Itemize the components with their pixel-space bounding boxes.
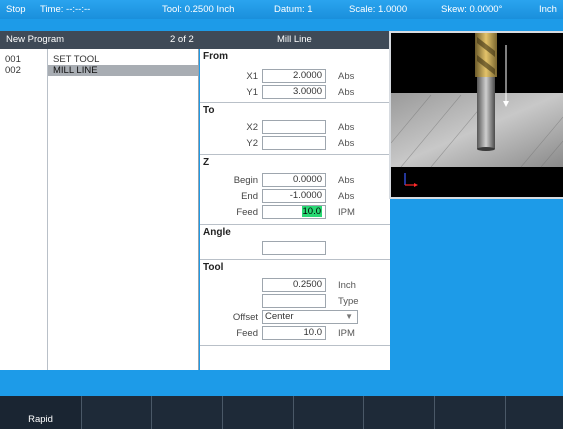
softkey-2[interactable]: [82, 396, 152, 429]
y2-input[interactable]: [262, 136, 326, 150]
program-step-row-selected[interactable]: 002 MILL LINE: [0, 65, 199, 76]
program-header: New Program 2 of 2 Mill Line: [0, 31, 390, 49]
offset-label: Offset: [232, 312, 258, 323]
softkey-bar: Rapid: [0, 396, 563, 429]
angle-section-title: Angle: [203, 227, 231, 238]
z-begin-unit: Abs: [338, 175, 355, 186]
tool-diameter-input[interactable]: 0.2500: [262, 278, 326, 292]
step-name: Mill Line: [277, 34, 312, 45]
softkey-6[interactable]: [364, 396, 435, 429]
x1-unit: Abs: [338, 71, 355, 82]
softkey-4[interactable]: [223, 396, 294, 429]
x2-unit: Abs: [338, 122, 355, 133]
z-end-input[interactable]: -1.0000: [262, 189, 326, 203]
camera-image: [391, 33, 563, 197]
tool-feed-input[interactable]: 10.0: [262, 326, 326, 340]
softkey-5[interactable]: [294, 396, 364, 429]
list-divider: [47, 49, 48, 370]
z-begin-input[interactable]: 0.0000: [262, 173, 326, 187]
scale-readout: Scale: 1.0000: [349, 4, 408, 15]
softkey-7[interactable]: [435, 396, 506, 429]
tool-type-unit: Type: [338, 296, 359, 307]
offset-select[interactable]: Center ▼: [262, 310, 358, 324]
softkey-8[interactable]: [506, 396, 563, 429]
y1-input[interactable]: 3.0000: [262, 85, 326, 99]
z-end-unit: Abs: [338, 191, 355, 202]
from-section-title: From: [203, 51, 228, 62]
y2-unit: Abs: [338, 138, 355, 149]
step-number: 002: [5, 65, 21, 76]
z-end-label: End: [241, 191, 258, 202]
x1-input[interactable]: 2.0000: [262, 69, 326, 83]
z-feed-input-active[interactable]: 10.0: [262, 205, 326, 219]
x2-input[interactable]: [262, 120, 326, 134]
y2-label: Y2: [246, 138, 258, 149]
softkey-rapid[interactable]: Rapid: [0, 396, 82, 429]
softkey-label: Rapid: [28, 414, 53, 425]
tool-readout: Tool: 0.2500 Inch: [162, 4, 235, 15]
program-title: New Program: [6, 34, 65, 45]
from-section: From X1 2.0000 Abs Y1 3.0000 Abs: [200, 49, 390, 103]
tool-section: Tool 0.2500 Inch Type Offset Center ▼ Fe…: [200, 260, 390, 346]
status-bar: Stop Time: --:--:-- Tool: 0.2500 Inch Da…: [0, 0, 563, 19]
x2-label: X2: [246, 122, 258, 133]
z-begin-label: Begin: [233, 175, 258, 186]
datum-readout: Datum: 1: [274, 4, 313, 15]
tool-feed-unit: IPM: [338, 328, 355, 339]
softkey-3[interactable]: [152, 396, 223, 429]
offset-selected-value: Center: [265, 311, 294, 322]
tool-section-title: Tool: [203, 262, 224, 273]
camera-view[interactable]: [389, 31, 563, 199]
step-position: 2 of 2: [170, 34, 194, 45]
angle-input[interactable]: [262, 241, 326, 255]
program-step-row[interactable]: 001 SET TOOL: [0, 54, 199, 65]
angle-section: Angle: [200, 225, 390, 260]
z-feed-unit: IPM: [338, 207, 355, 218]
to-section-title: To: [203, 105, 215, 116]
chevron-down-icon: ▼: [345, 312, 353, 321]
to-section: To X2 Abs Y2 Abs: [200, 103, 390, 155]
step-label: MILL LINE: [48, 65, 198, 76]
step-parameter-form: From X1 2.0000 Abs Y1 3.0000 Abs To X2 A…: [200, 49, 390, 370]
program-step-list: 001 SET TOOL 002 MILL LINE: [0, 49, 199, 370]
step-label: SET TOOL: [53, 54, 100, 65]
tool-type-input[interactable]: [262, 294, 326, 308]
z-feed-label: Feed: [236, 207, 258, 218]
run-time: Time: --:--:--: [40, 4, 91, 15]
tool-feed-label: Feed: [236, 328, 258, 339]
step-number: 001: [5, 54, 21, 65]
y1-unit: Abs: [338, 87, 355, 98]
machine-state: Stop: [6, 4, 26, 15]
tool-diameter-unit: Inch: [338, 280, 356, 291]
z-feed-value: 10.0: [301, 206, 322, 217]
y1-label: Y1: [246, 87, 258, 98]
z-section-title: Z: [203, 157, 210, 168]
units-readout: Inch: [539, 4, 557, 15]
z-section: Z Begin 0.0000 Abs End -1.0000 Abs Feed …: [200, 155, 390, 225]
message-bar: [0, 370, 563, 396]
skew-readout: Skew: 0.0000°: [441, 4, 503, 15]
x1-label: X1: [246, 71, 258, 82]
